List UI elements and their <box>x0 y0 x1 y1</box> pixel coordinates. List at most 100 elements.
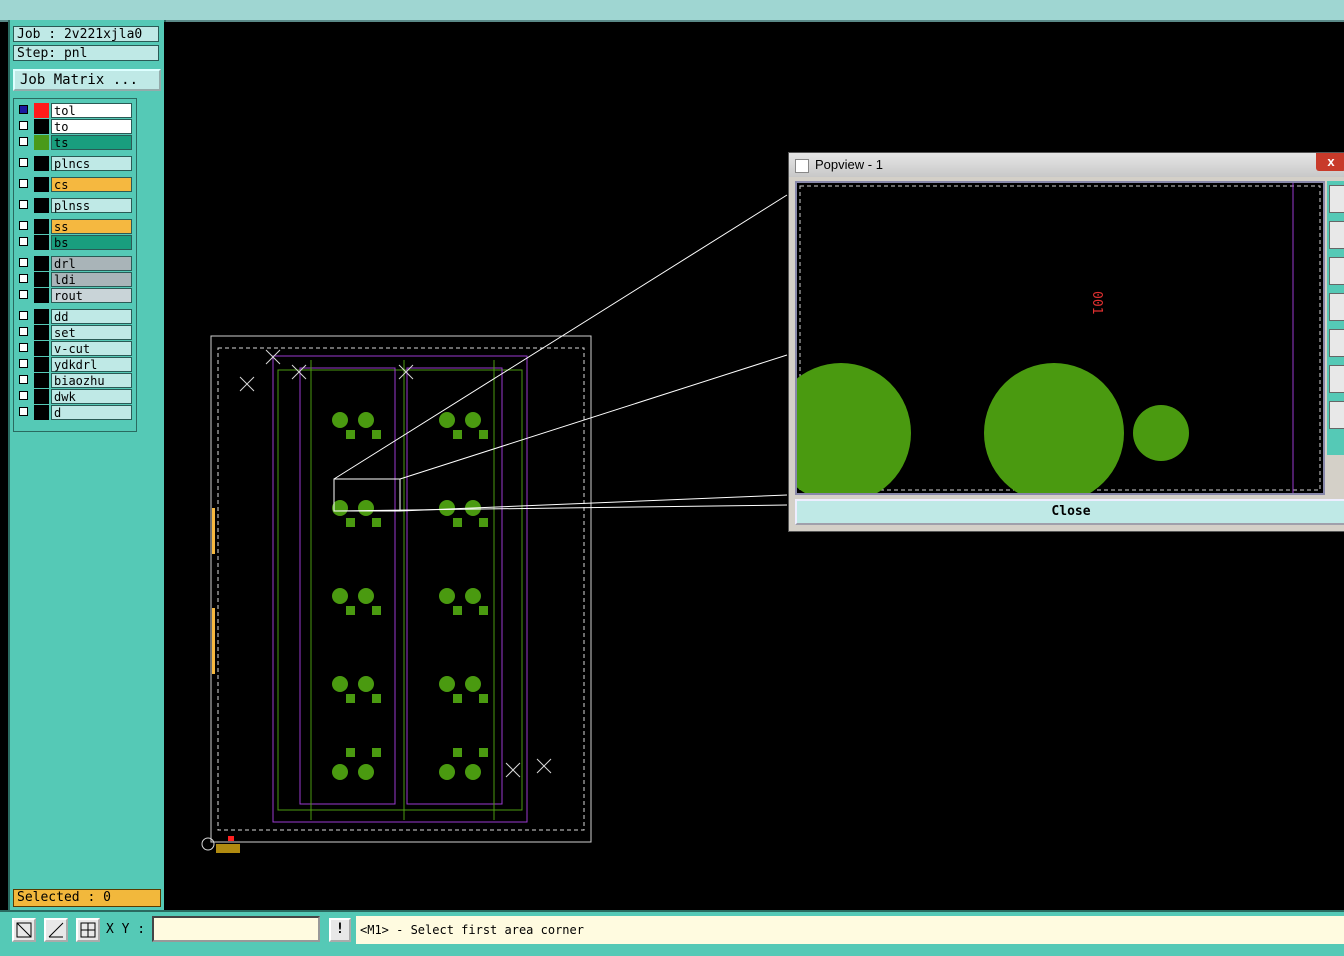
layer-checkbox[interactable] <box>19 407 28 416</box>
popview-viewport[interactable]: 001 <box>795 181 1325 495</box>
layer-checkbox[interactable] <box>19 237 28 246</box>
layer-checkbox[interactable] <box>19 121 28 130</box>
xy-input[interactable] <box>152 916 320 942</box>
layer-name[interactable]: to <box>51 119 132 134</box>
zoom-area-icon[interactable] <box>12 918 36 942</box>
layer-row-plnss[interactable]: plnss <box>16 198 134 213</box>
layer-row-dd[interactable]: dd <box>16 309 134 324</box>
job-matrix-button[interactable]: Job Matrix ... <box>13 69 161 91</box>
left-panel: Job : 2v221xjla0 Step: pnl Job Matrix ..… <box>8 20 166 910</box>
selected-count: Selected : 0 <box>13 889 161 907</box>
layer-name[interactable]: biaozhu <box>51 373 132 388</box>
popview-tool-button[interactable] <box>1329 185 1344 213</box>
layer-row-tol[interactable]: tol <box>16 103 134 118</box>
layer-name[interactable]: plnss <box>51 198 132 213</box>
layer-row-rout[interactable]: rout <box>16 288 134 303</box>
layer-name[interactable]: v-cut <box>51 341 132 356</box>
layer-color-swatch <box>34 357 49 372</box>
popview-toolbar <box>1327 181 1344 455</box>
popview-tool-button[interactable] <box>1329 365 1344 393</box>
layer-checkbox[interactable] <box>19 200 28 209</box>
layer-color-swatch <box>34 119 49 134</box>
window-icon <box>795 159 809 173</box>
layer-color-swatch <box>34 325 49 340</box>
layer-row-set[interactable]: set <box>16 325 134 340</box>
pad-group <box>332 412 488 780</box>
close-icon[interactable]: x <box>1316 153 1344 171</box>
popview-titlebar[interactable]: Popview - 1 x <box>789 153 1344 177</box>
xy-label: X Y : <box>106 922 146 937</box>
layer-name[interactable]: bs <box>51 235 132 250</box>
layer-name[interactable]: set <box>51 325 132 340</box>
layer-name[interactable]: d <box>51 405 132 420</box>
layer-list: tol to ts plncs cs plnss ss bs drl ldi r… <box>13 98 137 432</box>
popview-tool-button[interactable] <box>1329 221 1344 249</box>
layer-color-swatch <box>34 103 49 118</box>
popview-tool-button[interactable] <box>1329 293 1344 321</box>
layer-name[interactable]: ts <box>51 135 132 150</box>
layer-name[interactable]: rout <box>51 288 132 303</box>
layer-row-ydkdrl[interactable]: ydkdrl <box>16 357 134 372</box>
layer-color-swatch <box>34 272 49 287</box>
popview-close-button[interactable]: Close <box>795 499 1344 525</box>
layer-color-swatch <box>34 198 49 213</box>
popview-tool-button[interactable] <box>1329 257 1344 285</box>
layer-checkbox[interactable] <box>19 105 28 114</box>
popview-pad <box>984 363 1124 493</box>
layer-checkbox[interactable] <box>19 290 28 299</box>
popview-mark-text: 001 <box>1089 291 1104 314</box>
layer-name[interactable]: tol <box>51 103 132 118</box>
layer-color-swatch <box>34 177 49 192</box>
layer-checkbox[interactable] <box>19 258 28 267</box>
layer-row-to[interactable]: to <box>16 119 134 134</box>
layer-row-v-cut[interactable]: v-cut <box>16 341 134 356</box>
snap-grid-icon[interactable] <box>76 918 100 942</box>
layer-name[interactable]: dd <box>51 309 132 324</box>
layer-checkbox[interactable] <box>19 391 28 400</box>
step-name: Step: pnl <box>13 45 159 61</box>
layer-row-ldi[interactable]: ldi <box>16 272 134 287</box>
layer-checkbox[interactable] <box>19 274 28 283</box>
layer-color-swatch <box>34 341 49 356</box>
layer-row-bs[interactable]: bs <box>16 235 134 250</box>
layer-name[interactable]: plncs <box>51 156 132 171</box>
layer-checkbox[interactable] <box>19 375 28 384</box>
layer-checkbox[interactable] <box>19 359 28 368</box>
layer-checkbox[interactable] <box>19 179 28 188</box>
layer-row-drl[interactable]: drl <box>16 256 134 271</box>
layer-checkbox[interactable] <box>19 327 28 336</box>
layer-checkbox[interactable] <box>19 311 28 320</box>
layer-row-dwk[interactable]: dwk <box>16 389 134 404</box>
layer-row-plncs[interactable]: plncs <box>16 156 134 171</box>
layer-row-cs[interactable]: cs <box>16 177 134 192</box>
layer-checkbox[interactable] <box>19 158 28 167</box>
layer-checkbox[interactable] <box>19 343 28 352</box>
layer-name[interactable]: ldi <box>51 272 132 287</box>
layer-row-biaozhu[interactable]: biaozhu <box>16 373 134 388</box>
measure-icon[interactable] <box>44 918 68 942</box>
popview-tool-button[interactable] <box>1329 329 1344 357</box>
layer-name[interactable]: cs <box>51 177 132 192</box>
layer-color-swatch <box>34 288 49 303</box>
layer-name[interactable]: ydkdrl <box>51 357 132 372</box>
layer-checkbox[interactable] <box>19 137 28 146</box>
layer-color-swatch <box>34 135 49 150</box>
popview-tool-button[interactable] <box>1329 401 1344 429</box>
prompt-message: <M1> - Select first area corner <box>356 916 1344 944</box>
layer-row-d[interactable]: d <box>16 405 134 420</box>
popview-drawing: 001 <box>797 183 1321 493</box>
layer-color-swatch <box>34 219 49 234</box>
layer-color-swatch <box>34 256 49 271</box>
popview-title: Popview - 1 <box>815 157 883 172</box>
layer-name[interactable]: drl <box>51 256 132 271</box>
job-name: Job : 2v221xjla0 <box>13 26 159 42</box>
layer-checkbox[interactable] <box>19 221 28 230</box>
popview-window: Popview - 1 x 001 Close <box>788 152 1344 532</box>
layer-name[interactable]: ss <box>51 219 132 234</box>
layer-color-swatch <box>34 156 49 171</box>
layer-color-swatch <box>34 235 49 250</box>
layer-row-ts[interactable]: ts <box>16 135 134 150</box>
info-icon[interactable]: ! <box>329 918 351 942</box>
layer-row-ss[interactable]: ss <box>16 219 134 234</box>
layer-name[interactable]: dwk <box>51 389 132 404</box>
